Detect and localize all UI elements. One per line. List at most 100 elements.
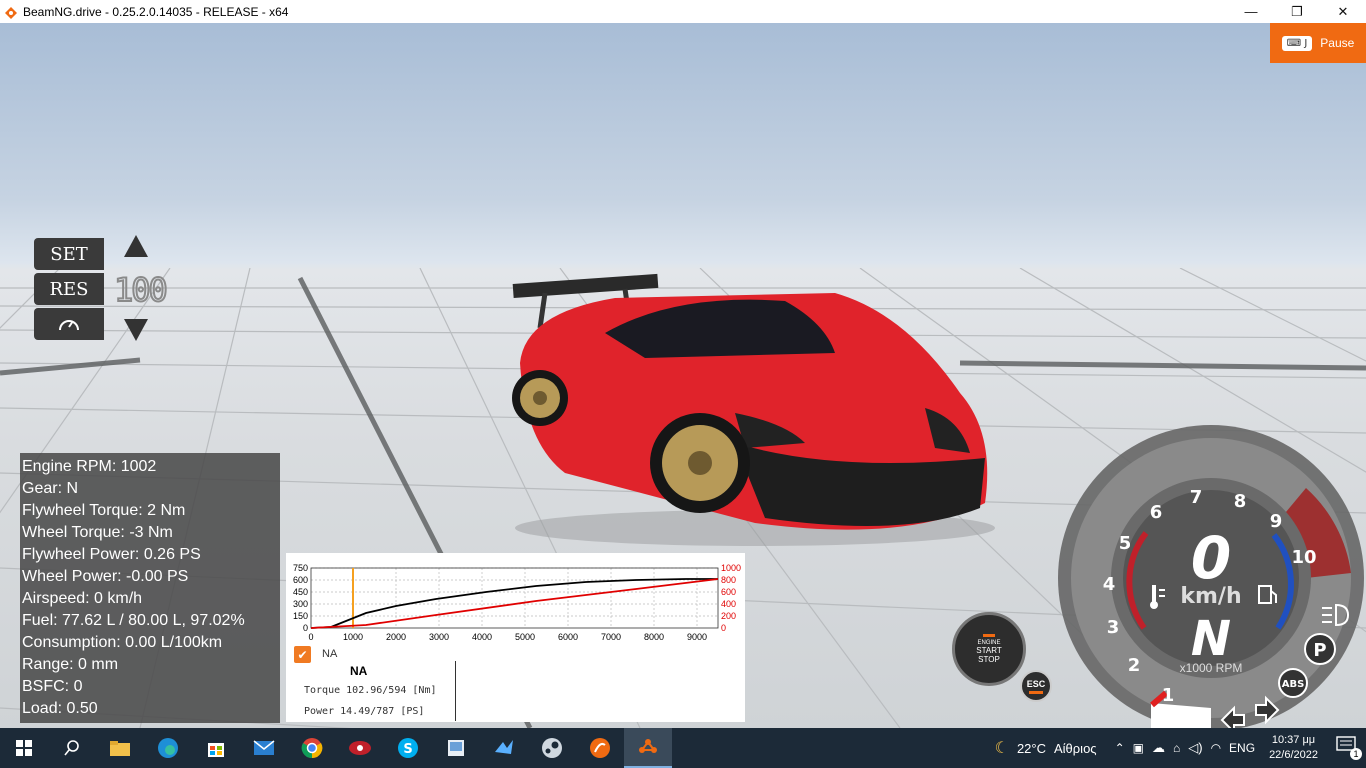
cruise-toggle-button[interactable] (34, 308, 104, 340)
esc-indicator-bar (1029, 690, 1043, 694)
esc-label: ESC (1026, 678, 1046, 689)
x-tick: 6000 (558, 632, 578, 642)
taskbar-file-explorer[interactable] (96, 728, 144, 768)
taskbar-beamng[interactable] (624, 728, 672, 768)
chrome-icon (301, 738, 323, 759)
folder-icon (110, 741, 130, 756)
right-tick: 400 (721, 599, 736, 609)
x-tick: 5000 (515, 632, 535, 642)
speed-readout: 0 (1191, 524, 1231, 592)
pause-button[interactable]: ⌨ J Pause (1270, 23, 1366, 63)
start-button[interactable] (0, 728, 48, 768)
cruise-res-button[interactable]: RES (34, 273, 104, 305)
engine-indicator-bar (983, 634, 995, 637)
taskbar-store[interactable] (192, 728, 240, 768)
taskbar-mail[interactable] (240, 728, 288, 768)
debug-line: Wheel Power: -0.00 PS (22, 568, 189, 585)
taskbar-app-red[interactable] (336, 728, 384, 768)
left-tick: 600 (293, 575, 308, 585)
left-tick: 750 (293, 563, 308, 573)
x-tick: 9000 (687, 632, 707, 642)
x-tick: 0 (308, 632, 313, 642)
keyboard-key-icon: ⌨ J (1281, 35, 1313, 51)
clock[interactable]: 10:37 μμ 22/6/2022 (1269, 733, 1318, 763)
close-button[interactable]: ✕ (1320, 0, 1366, 23)
debug-line: Consumption: 0.00 L/100km (22, 634, 223, 651)
power-label: Power (304, 706, 335, 717)
weather-description[interactable]: Αίθριος (1054, 741, 1097, 756)
debug-line: BSFC: 0 (22, 678, 83, 695)
power-unit: [PS] (400, 706, 425, 717)
torque-row: Torque 102.96/594 [Nm] (304, 685, 437, 696)
torque-curve-chart: 750 600 450 300 150 0 1000 800 600 400 2… (293, 563, 741, 642)
moon-weather-icon[interactable]: ☾ (995, 738, 1009, 758)
chevron-up-icon[interactable]: ⌃ (1115, 741, 1125, 755)
rpm-mark: 5 (1119, 533, 1132, 554)
x-tick: 1000 (343, 632, 363, 642)
taskbar-steam[interactable] (528, 728, 576, 768)
window-title: BeamNG.drive - 0.25.2.0.14035 - RELEASE … (23, 4, 289, 19)
taskbar-app-orange[interactable] (576, 728, 624, 768)
x-tick: 2000 (386, 632, 406, 642)
notifications-button[interactable]: 1 (1336, 736, 1362, 760)
legend-title: NA (350, 664, 368, 678)
power-value: 14.49/787 (340, 706, 395, 717)
parking-brake-icon: P (1304, 633, 1336, 665)
engine-label-line2: START (976, 646, 1002, 655)
svg-text:S: S (403, 742, 412, 757)
cruise-up-arrow-icon[interactable] (122, 233, 150, 259)
abs-icon: ABS (1278, 668, 1308, 698)
meet-now-icon[interactable]: ▣ (1133, 741, 1144, 755)
debug-line: Fuel: 77.62 L / 80.00 L, 97.02% (22, 612, 245, 629)
restore-button[interactable]: ❐ (1274, 0, 1320, 23)
cruise-set-button[interactable]: SET (34, 238, 104, 270)
rpm-mark: 4 (1103, 574, 1116, 595)
rpm-mark: 7 (1190, 487, 1203, 508)
cruise-control: SET RES 100 (34, 233, 174, 345)
game-viewport[interactable]: ⌨ J Pause SET RES 100 Engine RPM: 1002 G… (0, 23, 1366, 728)
x-tick: 4000 (472, 632, 492, 642)
power-row: Power 14.49/787 [PS] (304, 706, 424, 717)
clock-date: 22/6/2022 (1269, 749, 1318, 761)
taskbar-app-blue[interactable] (480, 728, 528, 768)
speedometer-icon (59, 320, 79, 331)
weather-temperature[interactable]: 22°C (1017, 741, 1046, 756)
abs-label: ABS (1282, 679, 1305, 690)
mail-icon (253, 740, 275, 755)
legend-box: NA Torque 102.96/594 [Nm] Power 14.49/78… (302, 661, 456, 721)
cruise-speed-display: 100 (113, 270, 169, 310)
onedrive-cloud-icon[interactable]: ☁ (1152, 740, 1165, 756)
pause-key: J (1304, 37, 1308, 49)
debug-line: Airspeed: 0 km/h (22, 590, 143, 607)
x-tick: 7000 (601, 632, 621, 642)
engine-start-stop-button[interactable]: ENGINE START STOP (952, 612, 1026, 686)
wifi-icon[interactable]: ◠ (1211, 741, 1221, 755)
volume-icon[interactable]: ◁) (1188, 740, 1202, 756)
skype-icon: S (398, 738, 418, 758)
rpm-mark: 6 (1150, 502, 1163, 523)
rpm-mark: 10 (1291, 547, 1316, 568)
right-tick: 0 (721, 623, 726, 633)
torque-unit: [Nm] (412, 685, 437, 696)
windows-taskbar: S ☾ 22°C Αίθριος ⌃ ▣ ☁ ⌂ ◁) ◠ ENG 10:37 … (0, 728, 1366, 768)
title-bar: BeamNG.drive - 0.25.2.0.14035 - RELEASE … (0, 0, 1366, 23)
minimize-button[interactable]: — (1228, 0, 1274, 23)
cruise-down-arrow-icon[interactable] (122, 317, 150, 343)
right-tick: 200 (721, 611, 736, 621)
orange-app-icon (590, 738, 610, 758)
taskbar-edge[interactable] (144, 728, 192, 768)
search-button[interactable] (48, 728, 96, 768)
network-icon[interactable]: ⌂ (1173, 741, 1180, 755)
taskbar-chrome[interactable] (288, 728, 336, 768)
language-indicator[interactable]: ENG (1229, 741, 1255, 755)
car-image (512, 273, 995, 546)
esc-button[interactable]: ESC (1020, 670, 1052, 702)
torque-label: Torque (304, 685, 341, 696)
beamng-icon (639, 739, 657, 753)
gauge-cluster: 1 2 3 4 5 6 7 8 9 10 0 km/h N x1000 RPM … (1058, 425, 1364, 728)
taskbar-photos[interactable] (432, 728, 480, 768)
right-tick: 1000 (721, 563, 741, 573)
debug-line: Gear: N (22, 480, 79, 497)
app-icon (349, 741, 371, 755)
taskbar-skype[interactable]: S (384, 728, 432, 768)
